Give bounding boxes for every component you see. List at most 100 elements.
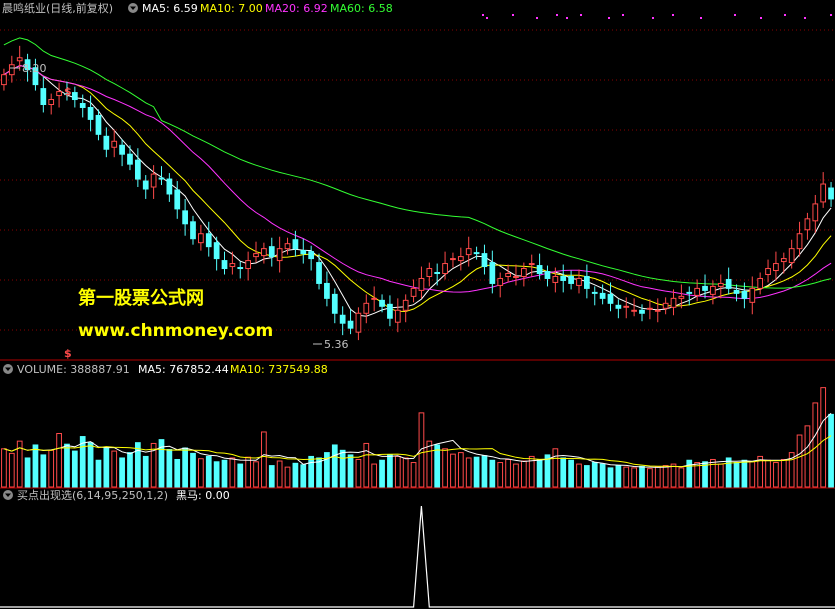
candle-body xyxy=(528,263,535,266)
high-price-label: 8.20 xyxy=(22,62,47,75)
signal-dot xyxy=(700,17,702,19)
volume-bar xyxy=(576,463,582,488)
candle-body xyxy=(40,88,47,105)
volume-bar xyxy=(686,459,693,488)
candle-body xyxy=(111,140,118,148)
volume-bar xyxy=(371,463,378,488)
candle-body xyxy=(733,289,740,294)
volume-bar xyxy=(710,458,716,488)
candle-body xyxy=(788,248,795,264)
candle-body xyxy=(402,299,409,311)
volume-bar xyxy=(505,458,511,488)
volume-bar xyxy=(497,462,504,488)
volume-bar xyxy=(812,402,819,488)
volume-bar xyxy=(339,449,346,488)
candle-body xyxy=(647,307,653,310)
volume-bar xyxy=(662,465,669,488)
volume-bar xyxy=(780,458,787,488)
volume-bar xyxy=(402,457,409,488)
volume-ma5-label: MA5: 767852.44 xyxy=(138,363,229,376)
candle-body xyxy=(410,287,417,297)
candle-body xyxy=(765,268,771,275)
candle-body xyxy=(127,153,133,165)
candle-body xyxy=(426,268,433,277)
volume-bar xyxy=(647,468,653,488)
signal-dot xyxy=(830,14,832,16)
signal-dot xyxy=(536,17,538,19)
candle-body xyxy=(56,91,62,97)
volume-bar xyxy=(615,465,622,488)
candle-body xyxy=(544,271,551,279)
candle-body xyxy=(339,314,346,324)
candle-body xyxy=(536,265,543,274)
ma20-label: MA20: 6.92 xyxy=(265,2,328,15)
volume-bar xyxy=(717,463,724,488)
candle-body xyxy=(796,233,803,250)
candle-body xyxy=(812,203,819,222)
volume-bar xyxy=(221,459,228,488)
signal-dot xyxy=(486,17,488,19)
volume-bar xyxy=(103,446,110,488)
candle-body xyxy=(316,262,322,284)
dollar-marker-top: $ xyxy=(64,85,72,98)
volume-bar xyxy=(591,462,598,488)
signal-dot xyxy=(784,14,786,16)
candle-body xyxy=(95,114,102,135)
signal-dot xyxy=(608,17,610,19)
volume-header: VOLUME: 388887.91 MA5: 767852.44 MA10: 7… xyxy=(3,363,328,376)
signal-dot xyxy=(482,14,484,16)
volume-bar xyxy=(599,463,606,488)
volume-bar xyxy=(331,444,338,488)
candle-body xyxy=(142,180,149,190)
volume-bar xyxy=(426,440,433,488)
candle-body xyxy=(615,304,622,309)
volume-bar xyxy=(56,433,62,488)
candle-body xyxy=(694,287,701,296)
candle-body xyxy=(8,64,15,76)
candle-body xyxy=(276,248,283,262)
signal-dot xyxy=(622,14,624,16)
candle-body xyxy=(268,246,275,258)
volume-bar xyxy=(32,444,39,488)
candle-body xyxy=(520,268,527,277)
volume-bar xyxy=(631,467,637,488)
volume-bar xyxy=(568,459,574,488)
candle-body xyxy=(757,277,764,289)
volume-bar xyxy=(213,461,220,488)
signal-dot xyxy=(556,14,558,16)
candle-body xyxy=(749,287,756,303)
ma10-label: MA10: 7.00 xyxy=(200,2,263,15)
volume-bar xyxy=(607,467,614,488)
volume-bar xyxy=(678,467,685,488)
candle-body xyxy=(134,159,141,180)
candle-body xyxy=(205,233,212,248)
volume-bar xyxy=(465,457,472,488)
candle-body xyxy=(324,282,330,299)
volume-bar xyxy=(434,444,441,488)
candle-body xyxy=(166,178,173,195)
candle-body xyxy=(1,74,7,86)
volume-bar xyxy=(205,455,212,488)
candle-body xyxy=(654,309,661,312)
candle-body xyxy=(355,312,362,333)
candle-body xyxy=(292,239,299,250)
stock-title: 晨鸣纸业(日线,前复权) xyxy=(2,1,113,15)
candle-body xyxy=(702,285,708,291)
candle-body xyxy=(198,233,204,244)
volume-bar xyxy=(394,455,401,488)
volume-bar xyxy=(276,460,283,488)
ma5-label: MA5: 6.59 xyxy=(142,2,198,15)
volume-bar xyxy=(198,458,204,488)
candle-body xyxy=(780,258,787,263)
volume-bar xyxy=(24,457,31,488)
volume-bar xyxy=(48,449,55,488)
candle-body xyxy=(584,275,590,289)
volume-bar xyxy=(111,450,118,488)
candle-body xyxy=(87,106,94,120)
volume-bar xyxy=(87,442,94,488)
watermark-url: www.chnmoney.com xyxy=(78,321,273,341)
volume-bar xyxy=(820,387,827,488)
candle-body xyxy=(505,273,511,277)
signal-dot xyxy=(672,14,674,16)
candle-body xyxy=(678,295,685,299)
